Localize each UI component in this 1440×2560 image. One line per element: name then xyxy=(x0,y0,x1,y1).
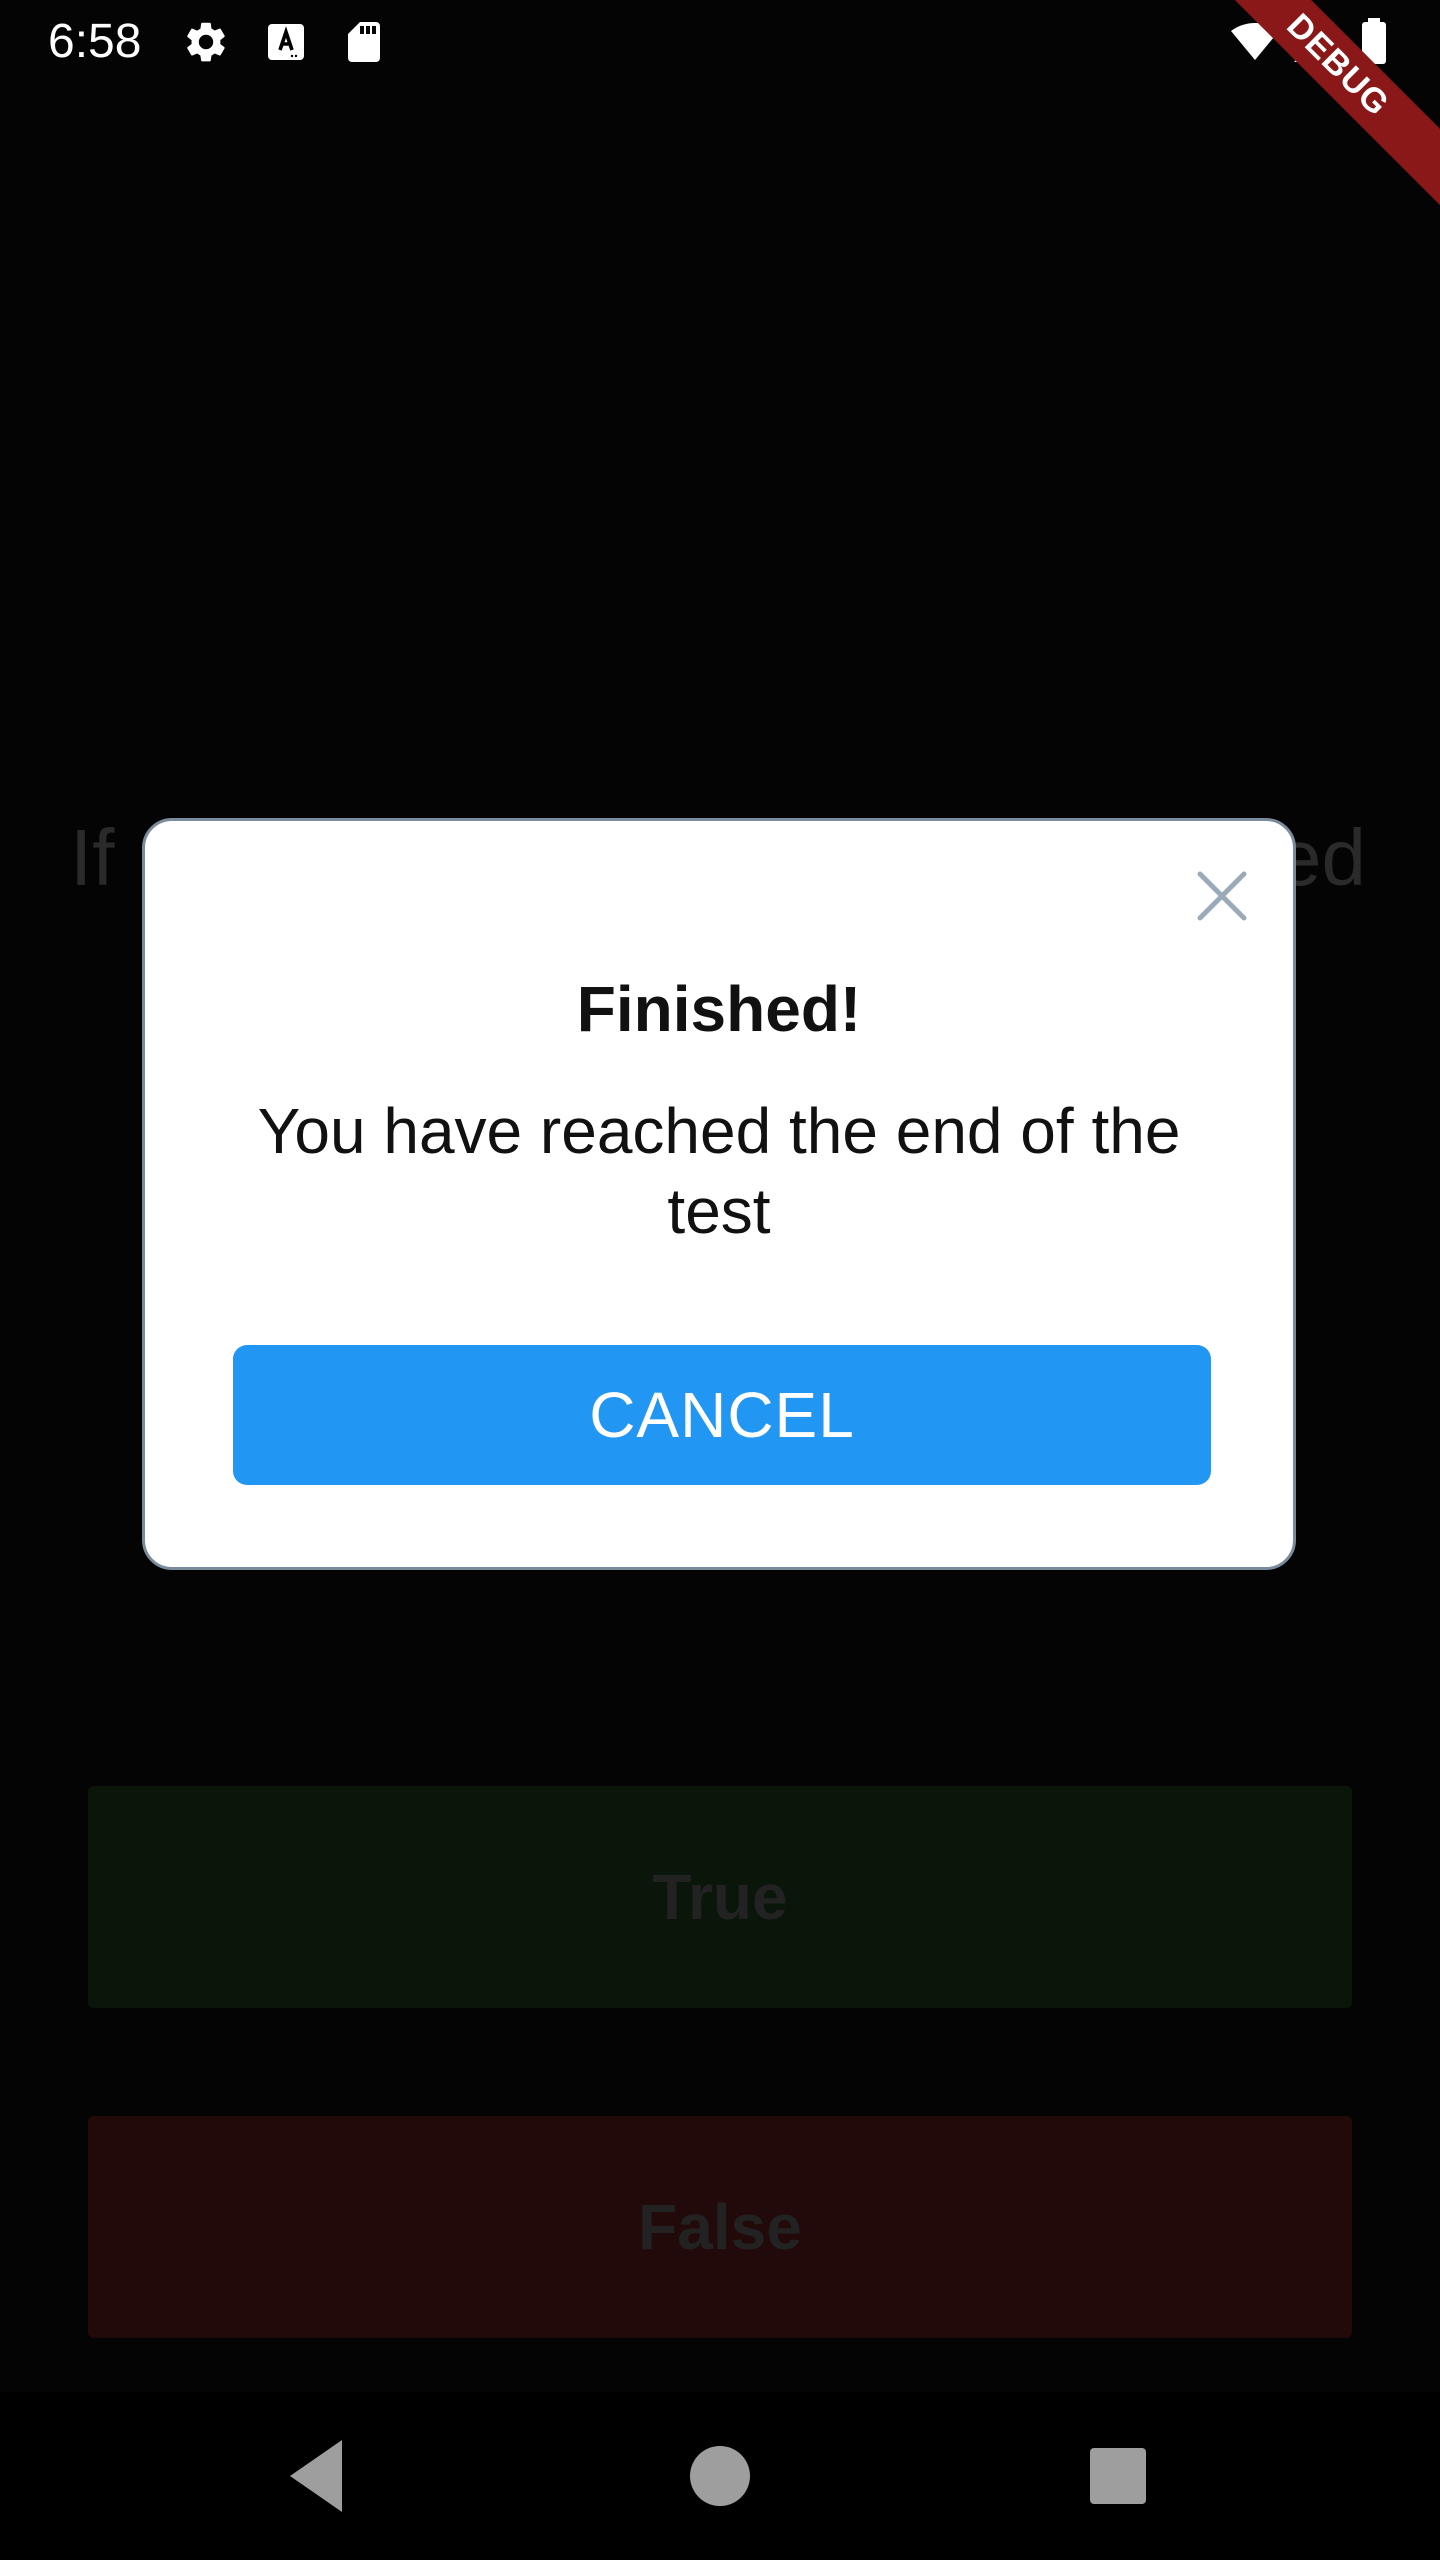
back-icon[interactable] xyxy=(270,2428,366,2524)
dialog-title: Finished! xyxy=(576,973,862,1045)
question-text-left: If xyxy=(70,813,115,902)
close-icon[interactable] xyxy=(1189,863,1255,929)
home-icon[interactable] xyxy=(672,2428,768,2524)
navigation-bar xyxy=(0,2392,1440,2560)
app-screen: 6:58 DEBUG If ed True False Finished! Yo… xyxy=(0,0,1440,2560)
finished-dialog: Finished! You have reached the end of th… xyxy=(142,818,1296,1570)
true-button: True xyxy=(88,1786,1352,2008)
false-button: False xyxy=(88,2116,1352,2338)
status-bar: 6:58 xyxy=(0,0,1440,84)
status-time: 6:58 xyxy=(48,15,142,68)
font-a-icon xyxy=(262,18,310,66)
sd-card-icon xyxy=(340,18,388,66)
dialog-message: You have reached the end of the test xyxy=(257,1095,1181,1247)
cancel-button[interactable]: CANCEL xyxy=(233,1345,1211,1485)
settings-icon xyxy=(182,18,230,66)
recents-icon[interactable] xyxy=(1070,2428,1166,2524)
